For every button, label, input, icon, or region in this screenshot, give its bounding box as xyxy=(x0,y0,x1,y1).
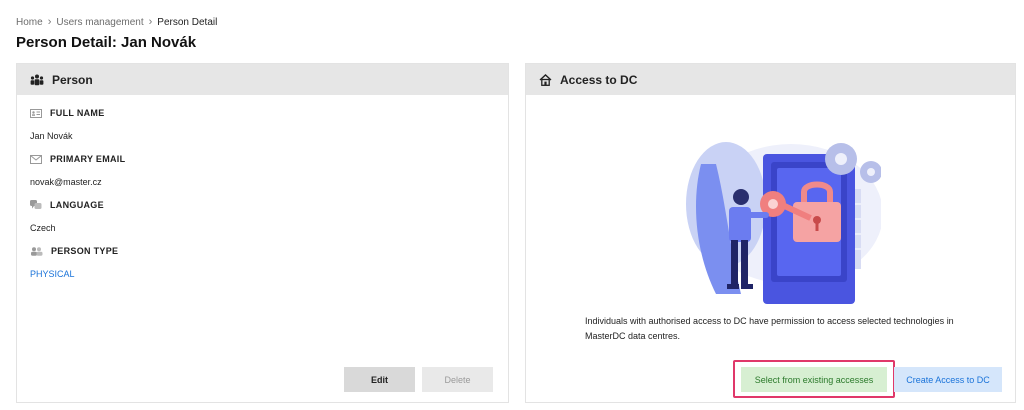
chevron-right-icon: › xyxy=(148,16,153,28)
full-name-value: Jan Novák xyxy=(30,131,73,141)
edit-button[interactable]: Edit xyxy=(344,367,415,392)
full-name-field: FULL NAME Jan Novák xyxy=(30,108,105,141)
breadcrumb: Home › Users management › Person Detail xyxy=(16,16,217,28)
access-card-title: Access to DC xyxy=(560,72,638,87)
page-title: Person Detail: Jan Novák xyxy=(16,34,197,51)
access-card: Access to DC Individuals with authorised… xyxy=(525,63,1016,403)
person-type-field: PERSON TYPE PHYSICAL xyxy=(30,246,118,279)
full-name-label: FULL NAME xyxy=(50,108,105,118)
language-field: LANGUAGE Czech xyxy=(30,200,104,233)
language-label: LANGUAGE xyxy=(50,200,104,210)
select-existing-access-button[interactable]: Select from existing accesses xyxy=(741,367,887,392)
create-access-button[interactable]: Create Access to DC xyxy=(894,367,1002,392)
id-card-icon xyxy=(30,108,42,118)
person-card-header: Person xyxy=(17,64,508,95)
breadcrumb-current: Person Detail xyxy=(157,16,218,28)
person-card-title: Person xyxy=(52,72,93,87)
person-card: Person FULL NAME Jan Novák PRIMARY EMAIL… xyxy=(16,63,509,403)
envelope-icon xyxy=(30,154,42,164)
breadcrumb-home[interactable]: Home xyxy=(16,17,43,28)
primary-email-value: novak@master.cz xyxy=(30,177,102,187)
delete-button[interactable]: Delete xyxy=(422,367,493,392)
primary-email-field: PRIMARY EMAIL novak@master.cz xyxy=(30,154,125,187)
breadcrumb-users[interactable]: Users management xyxy=(56,17,143,28)
house-icon xyxy=(539,73,552,86)
access-card-header: Access to DC xyxy=(526,64,1015,95)
access-description: Individuals with authorised access to DC… xyxy=(585,316,954,341)
chevron-right-icon: › xyxy=(47,16,52,28)
person-type-label: PERSON TYPE xyxy=(51,246,119,256)
language-value: Czech xyxy=(30,223,56,233)
person-type-value[interactable]: PHYSICAL xyxy=(30,269,118,279)
person-type-icon xyxy=(31,246,43,256)
primary-email-label: PRIMARY EMAIL xyxy=(50,154,126,164)
language-icon xyxy=(30,200,42,209)
group-icon xyxy=(30,74,44,85)
person-with-key-and-padlock-illustration xyxy=(686,142,881,304)
